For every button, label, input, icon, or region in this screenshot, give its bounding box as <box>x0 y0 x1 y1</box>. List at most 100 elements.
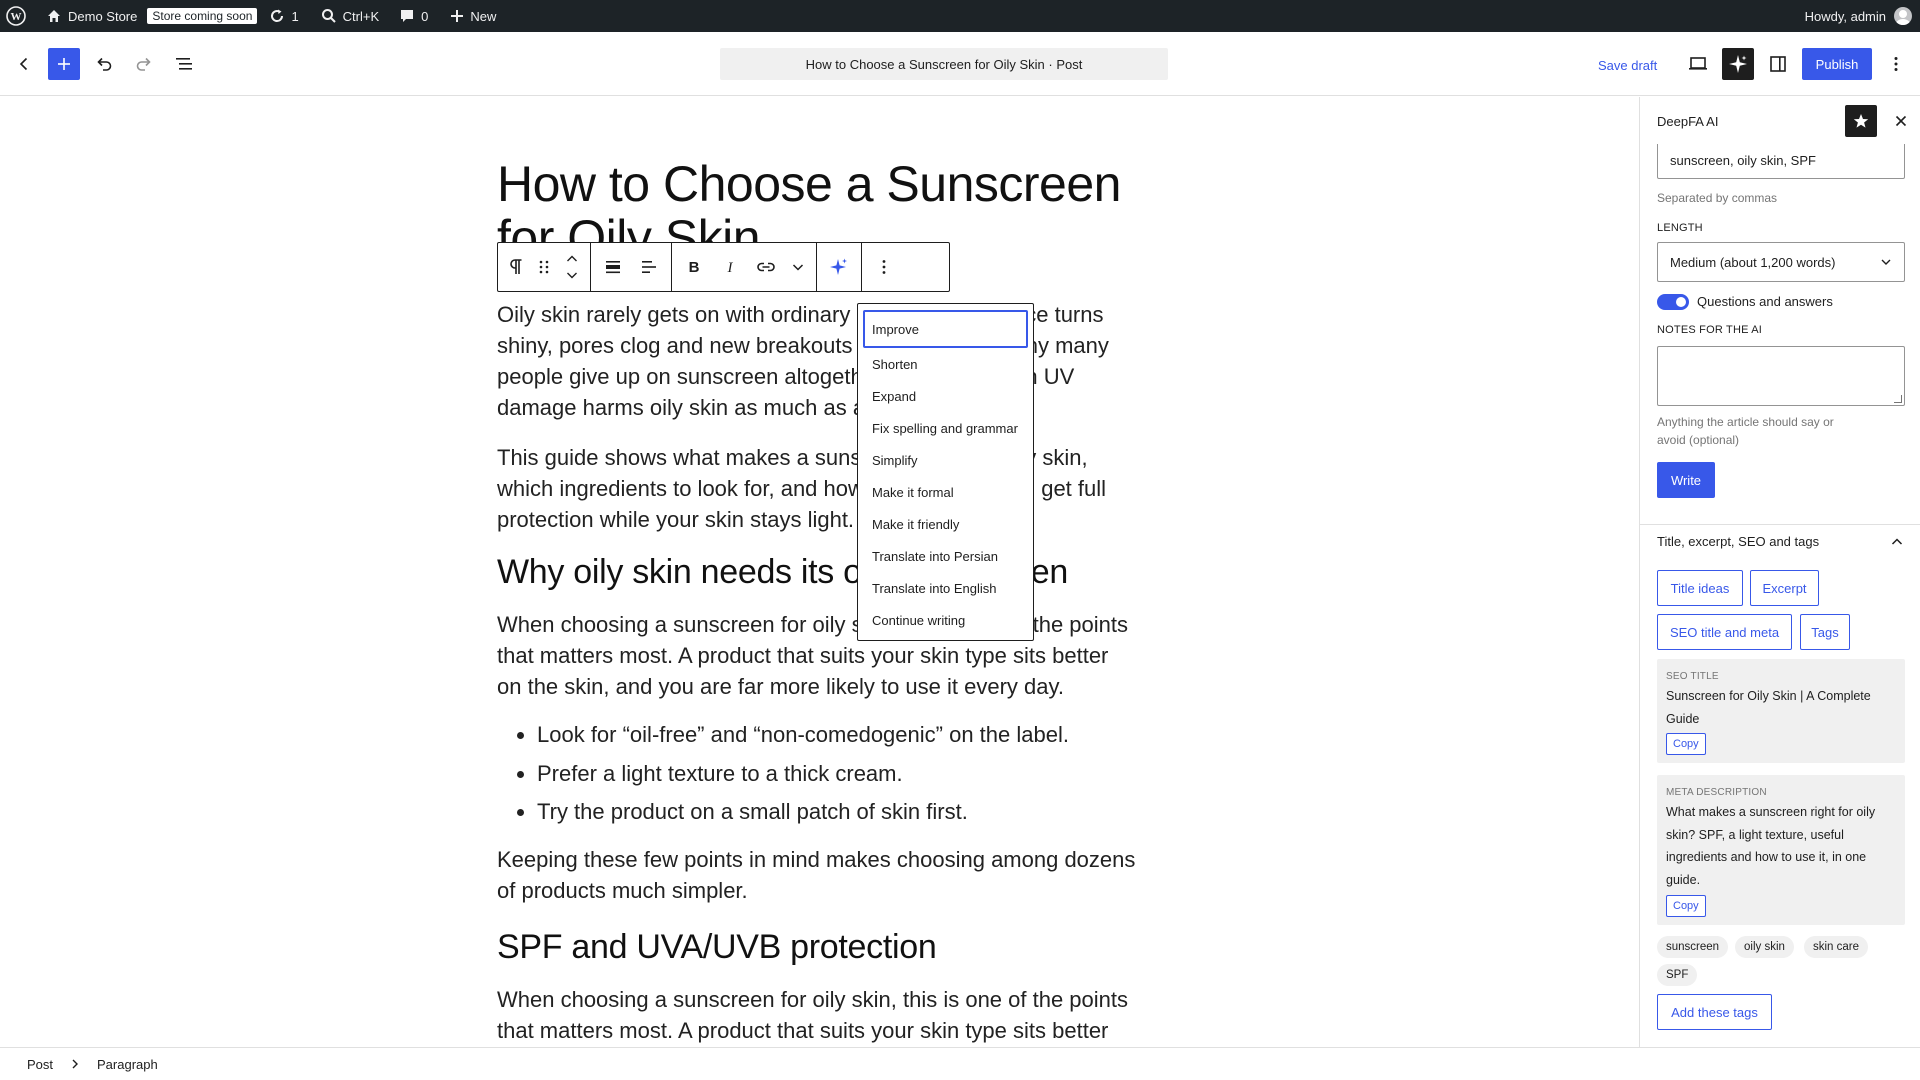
admin-bar: W Demo Store Store coming soon 1 Ctrl+K … <box>0 0 1920 32</box>
plus-icon <box>451 10 464 22</box>
keywords-input[interactable]: sunscreen, oily skin, SPF <box>1657 141 1905 179</box>
excerpt-button[interactable]: Excerpt <box>1750 570 1819 606</box>
block-inserter-button[interactable] <box>48 48 80 80</box>
breadcrumb-item-post[interactable]: Post <box>27 1057 53 1072</box>
notes-textarea[interactable] <box>1657 346 1905 406</box>
more-formats-button[interactable] <box>784 249 812 285</box>
write-button[interactable]: Write <box>1657 462 1715 498</box>
preview-button[interactable] <box>1682 48 1714 80</box>
length-select[interactable]: Medium (about 1,200 words) <box>1657 242 1905 282</box>
align-none-icon <box>606 261 620 274</box>
my-account[interactable]: Howdy, admin <box>1805 0 1912 32</box>
editor-header: How to Choose a Sunscreen for Oily Skin … <box>0 32 1920 96</box>
list-item[interactable]: Try the product on a small patch of skin… <box>537 796 1137 827</box>
close-sidebar-button[interactable] <box>1885 105 1917 137</box>
settings-sidebar-button[interactable] <box>1762 48 1794 80</box>
ai-menu-item-simplify[interactable]: Simplify <box>863 444 1028 476</box>
title-ideas-button[interactable]: Title ideas <box>1657 570 1743 606</box>
deepfa-ai-toggle-button[interactable] <box>1722 48 1754 80</box>
meta-description-label: META DESCRIPTION <box>1666 787 1767 798</box>
panel-divider <box>1640 524 1920 525</box>
move-up-down-button[interactable] <box>558 249 586 285</box>
undo-button[interactable] <box>88 48 120 80</box>
command-palette-link[interactable]: Ctrl+K <box>307 0 387 32</box>
ai-actions-menu: Improve Shorten Expand Fix spelling and … <box>857 303 1034 641</box>
paragraph-type-button[interactable] <box>502 249 530 285</box>
link-button[interactable] <box>748 249 784 285</box>
heading-block[interactable]: Why oily skin needs its own sunscreen <box>497 552 1137 592</box>
length-label: LENGTH <box>1657 222 1703 234</box>
home-icon <box>48 10 60 22</box>
more-vertical-icon <box>882 260 886 274</box>
save-draft-button[interactable]: Save draft <box>1598 49 1657 81</box>
wordpress-logo-icon[interactable]: W <box>0 0 34 32</box>
search-icon <box>321 9 336 23</box>
publish-button[interactable]: Publish <box>1802 48 1872 80</box>
seo-title-meta-button[interactable]: SEO title and meta <box>1657 614 1792 650</box>
ai-menu-item-expand[interactable]: Expand <box>863 380 1028 412</box>
ai-menu-item-formal[interactable]: Make it formal <box>863 476 1028 508</box>
keywords-help: Separated by commas <box>1657 191 1778 205</box>
svg-text:B: B <box>689 259 700 275</box>
add-tags-button[interactable]: Add these tags <box>1657 994 1772 1030</box>
back-button[interactable] <box>8 48 40 80</box>
copy-meta-description-button[interactable]: Copy <box>1666 895 1706 917</box>
paragraph-block[interactable]: When choosing a sunscreen for oily skin,… <box>497 609 1137 702</box>
star-icon <box>1853 114 1869 128</box>
ai-menu-item-continue[interactable]: Continue writing <box>863 604 1028 636</box>
document-title: How to Choose a Sunscreen for Oily Skin … <box>805 56 1083 72</box>
new-label: New <box>470 8 497 24</box>
desktop-icon <box>1689 57 1707 70</box>
tag-chip: SPF <box>1657 964 1698 986</box>
avatar <box>1894 7 1912 25</box>
notes-label: NOTES FOR THE AI <box>1657 324 1763 336</box>
store-status-link[interactable]: Store coming soon <box>145 0 259 32</box>
list-block[interactable]: Look for “oil-free” and “non-comedogenic… <box>497 719 1137 835</box>
breadcrumb-item-paragraph[interactable]: Paragraph <box>97 1057 158 1072</box>
comment-icon <box>401 10 414 22</box>
sidebar-title: DeepFA AI <box>1657 114 1719 129</box>
seo-panel-title[interactable]: Title, excerpt, SEO and tags <box>1657 534 1819 549</box>
paragraph-block[interactable]: When choosing a sunscreen for oily skin,… <box>497 984 1137 1046</box>
close-icon <box>1895 115 1907 127</box>
undo-icon <box>97 57 112 71</box>
italic-button[interactable]: I <box>712 249 748 285</box>
ai-menu-item-fix-spelling[interactable]: Fix spelling and grammar <box>863 412 1028 444</box>
ai-actions-button[interactable] <box>821 249 857 285</box>
document-overview-button[interactable] <box>168 48 200 80</box>
updates-link[interactable]: 1 <box>259 0 306 32</box>
italic-icon: I <box>727 260 734 275</box>
list-item[interactable]: Prefer a light texture to a thick cream. <box>537 758 1137 789</box>
heading-block[interactable]: SPF and UVA/UVB protection <box>497 927 1137 967</box>
bold-button[interactable]: B <box>676 249 712 285</box>
chevron-left-icon <box>19 57 28 71</box>
panel-collapse-button[interactable] <box>1885 530 1909 554</box>
redo-button[interactable] <box>128 48 160 80</box>
meta-description-value: What makes a sunscreen right for oily sk… <box>1666 805 1876 887</box>
ai-menu-item-translate-english[interactable]: Translate into English <box>863 572 1028 604</box>
ai-menu-item-translate-persian[interactable]: Translate into Persian <box>863 540 1028 572</box>
ai-menu-item-shorten[interactable]: Shorten <box>863 348 1028 380</box>
copy-seo-title-button[interactable]: Copy <box>1666 733 1706 755</box>
ai-menu-item-friendly[interactable]: Make it friendly <box>863 508 1028 540</box>
paragraph-block[interactable]: This guide shows what makes a sunscreen … <box>497 442 1137 535</box>
paragraph-icon <box>510 259 522 274</box>
block-options-button[interactable] <box>866 249 902 285</box>
tags-button[interactable]: Tags <box>1800 614 1850 650</box>
new-content-link[interactable]: New <box>436 0 504 32</box>
document-title-bar[interactable]: How to Choose a Sunscreen for Oily Skin … <box>720 48 1168 80</box>
text-align-button[interactable] <box>631 249 667 285</box>
options-button[interactable] <box>1880 48 1912 80</box>
paragraph-block[interactable]: Oily skin rarely gets on with ordinary s… <box>497 299 1137 423</box>
pin-sidebar-button[interactable] <box>1845 105 1877 137</box>
drag-handle[interactable] <box>530 249 558 285</box>
questions-answers-toggle[interactable] <box>1657 294 1689 310</box>
comments-link[interactable]: 0 <box>387 0 436 32</box>
ai-menu-item-improve[interactable]: Improve <box>863 310 1028 348</box>
block-align-button[interactable] <box>595 249 631 285</box>
block-switcher-group <box>498 243 591 291</box>
block-toolbar: B I <box>497 242 950 292</box>
paragraph-block[interactable]: Keeping these few points in mind makes c… <box>497 844 1137 906</box>
site-name-link[interactable]: Demo Store <box>34 0 145 32</box>
list-item[interactable]: Look for “oil-free” and “non-comedogenic… <box>537 719 1137 750</box>
